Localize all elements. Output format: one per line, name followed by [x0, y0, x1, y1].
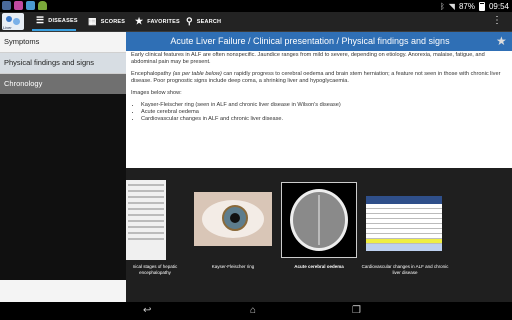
- paragraph-1: Early clinical features in ALF are often…: [131, 52, 485, 65]
- tab-search[interactable]: ⚲ SEARCH: [182, 12, 222, 31]
- action-bar: Liver ☰ DISEASES ▦ SCORES ★ FAVORITES ⚲ …: [0, 12, 512, 32]
- android-icon: [38, 1, 47, 10]
- sidebar-item-chronology[interactable]: Chronology: [0, 74, 126, 94]
- image-caption: Cardiovascular changes in ALF and chroni…: [361, 264, 449, 275]
- sidebar-item-symptoms[interactable]: Symptoms: [0, 32, 126, 53]
- sidebar: Symptoms Physical findings and signs Chr…: [0, 32, 126, 302]
- status-bar: ᛒ ◥ 87% 09:54: [0, 0, 512, 12]
- encephalopathy-table-image[interactable]: [126, 180, 166, 260]
- overflow-menu-icon[interactable]: ⋮: [492, 15, 502, 27]
- images-intro: Images below show:: [131, 90, 182, 96]
- paragraph-2: Encephalopathy (as per table below) can …: [131, 71, 507, 85]
- list-item: Acute cerebral oedema: [141, 109, 507, 116]
- sidebar-empty-area: [0, 94, 126, 280]
- back-icon[interactable]: ↩: [143, 304, 151, 318]
- list-item: Kayser-Fleischer ring (seen in ALF and c…: [141, 102, 507, 109]
- tab-label: SCORES: [100, 18, 126, 25]
- battery-percent: 87%: [458, 1, 475, 11]
- clock: 09:54: [488, 1, 509, 11]
- recent-apps-icon[interactable]: ❐: [352, 304, 361, 318]
- sidebar-item-physical-findings[interactable]: Physical findings and signs: [0, 53, 126, 74]
- image-gallery: nical stages of hepatic encephalopathy K…: [126, 168, 512, 302]
- paragraph-2-emphasis: (as per table below): [172, 71, 222, 77]
- star-icon: ★: [135, 16, 144, 26]
- tab-label: DISEASES: [48, 17, 78, 24]
- image-caption: Kayser-Fleischer ring: [211, 264, 255, 269]
- bluetooth-icon: ᛒ: [439, 1, 445, 11]
- list-icon: ☰: [36, 15, 45, 25]
- paragraph-2-text-a: Encephalopathy: [131, 71, 173, 77]
- calculator-icon: ▦: [88, 16, 97, 26]
- content-panel: Acute Liver Failure / Clinical presentat…: [126, 32, 512, 302]
- kayser-fleischer-ring-image[interactable]: [194, 192, 272, 246]
- favorite-star-icon[interactable]: ★: [496, 34, 508, 48]
- tab-label: FAVORITES: [147, 18, 180, 25]
- list-item: Cardiovascular changes in ALF and chroni…: [141, 116, 507, 123]
- tab-label: SEARCH: [196, 18, 222, 25]
- image-caption: nical stages of hepatic encephalopathy: [132, 264, 178, 275]
- cardiovascular-table-image[interactable]: [366, 196, 442, 251]
- app-logo[interactable]: Liver: [2, 13, 24, 30]
- battery-icon: [478, 1, 485, 11]
- page-title: Acute Liver Failure / Clinical presentat…: [170, 36, 450, 46]
- home-icon[interactable]: ⌂: [250, 304, 256, 318]
- tab-diseases[interactable]: ☰ DISEASES: [32, 12, 78, 31]
- title-bar: Acute Liver Failure / Clinical presentat…: [126, 32, 512, 51]
- search-icon: ⚲: [186, 16, 193, 26]
- wifi-icon: ◥: [448, 1, 455, 11]
- bullet-list: Kayser-Fleischer ring (seen in ALF and c…: [141, 102, 507, 123]
- image-caption: Acute cerebral oedema: [294, 264, 344, 269]
- tab-favorites[interactable]: ★ FAVORITES: [131, 12, 181, 31]
- app-notification-icon: [2, 1, 11, 10]
- app-notification-icon: [14, 1, 23, 10]
- ct-scan-image[interactable]: [281, 182, 357, 258]
- app-logo-text: Liver: [3, 25, 12, 30]
- tab-scores[interactable]: ▦ SCORES: [84, 12, 126, 31]
- app-notification-icon: [26, 1, 35, 10]
- article-body: Early clinical features in ALF are often…: [131, 52, 507, 123]
- navigation-bar: ↩ ⌂ ❐: [0, 302, 512, 320]
